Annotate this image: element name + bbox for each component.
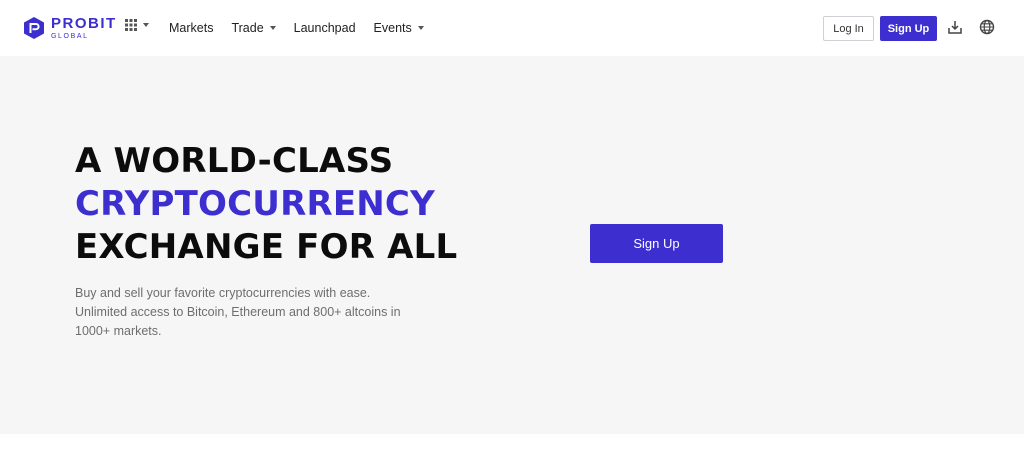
headline-line-1: A WORLD-CLASS — [75, 141, 394, 181]
probit-logo[interactable]: PROBIT GLOBAL — [23, 15, 117, 41]
apps-menu-button[interactable] — [125, 19, 149, 31]
login-button[interactable]: Log In — [823, 16, 874, 41]
chevron-down-icon — [417, 26, 424, 30]
nav-item-markets[interactable]: Markets — [169, 21, 213, 35]
hero-section: A WORLD-CLASS CRYPTOCURRENCY EXCHANGE FO… — [0, 56, 1024, 434]
main-nav: Markets Trade Launchpad Events — [169, 0, 442, 56]
nav-label: Trade — [231, 21, 264, 35]
hero-subtitle: Buy and sell your favorite cryptocurrenc… — [75, 286, 401, 338]
nav-item-launchpad[interactable]: Launchpad — [294, 21, 356, 35]
headline-line-2: CRYPTOCURRENCY — [75, 184, 435, 224]
nav-item-trade[interactable]: Trade — [231, 21, 276, 35]
nav-label: Events — [373, 21, 412, 35]
grid-icon — [125, 19, 137, 31]
hero-headline: A WORLD-CLASS CRYPTOCURRENCY EXCHANGE FO… — [75, 140, 457, 269]
nav-label: Launchpad — [293, 21, 356, 35]
header-signup-button[interactable]: Sign Up — [880, 16, 937, 41]
chevron-down-icon — [143, 23, 149, 27]
hero-signup-button[interactable]: Sign Up — [590, 224, 723, 263]
headline-line-3: EXCHANGE FOR ALL — [75, 227, 458, 267]
language-button[interactable] — [978, 18, 996, 36]
logo-subtext: GLOBAL — [51, 33, 89, 40]
globe-icon — [979, 19, 995, 35]
top-navbar: PROBIT GLOBAL Markets Trade Launchpad Ev… — [0, 0, 1024, 56]
chevron-down-icon — [269, 26, 276, 30]
nav-label: Markets — [169, 21, 214, 35]
probit-logo-icon — [24, 17, 44, 39]
download-app-button[interactable] — [946, 18, 964, 36]
download-icon — [948, 21, 962, 34]
nav-item-events[interactable]: Events — [374, 21, 424, 35]
logo-wordmark: PROBIT — [51, 15, 117, 32]
